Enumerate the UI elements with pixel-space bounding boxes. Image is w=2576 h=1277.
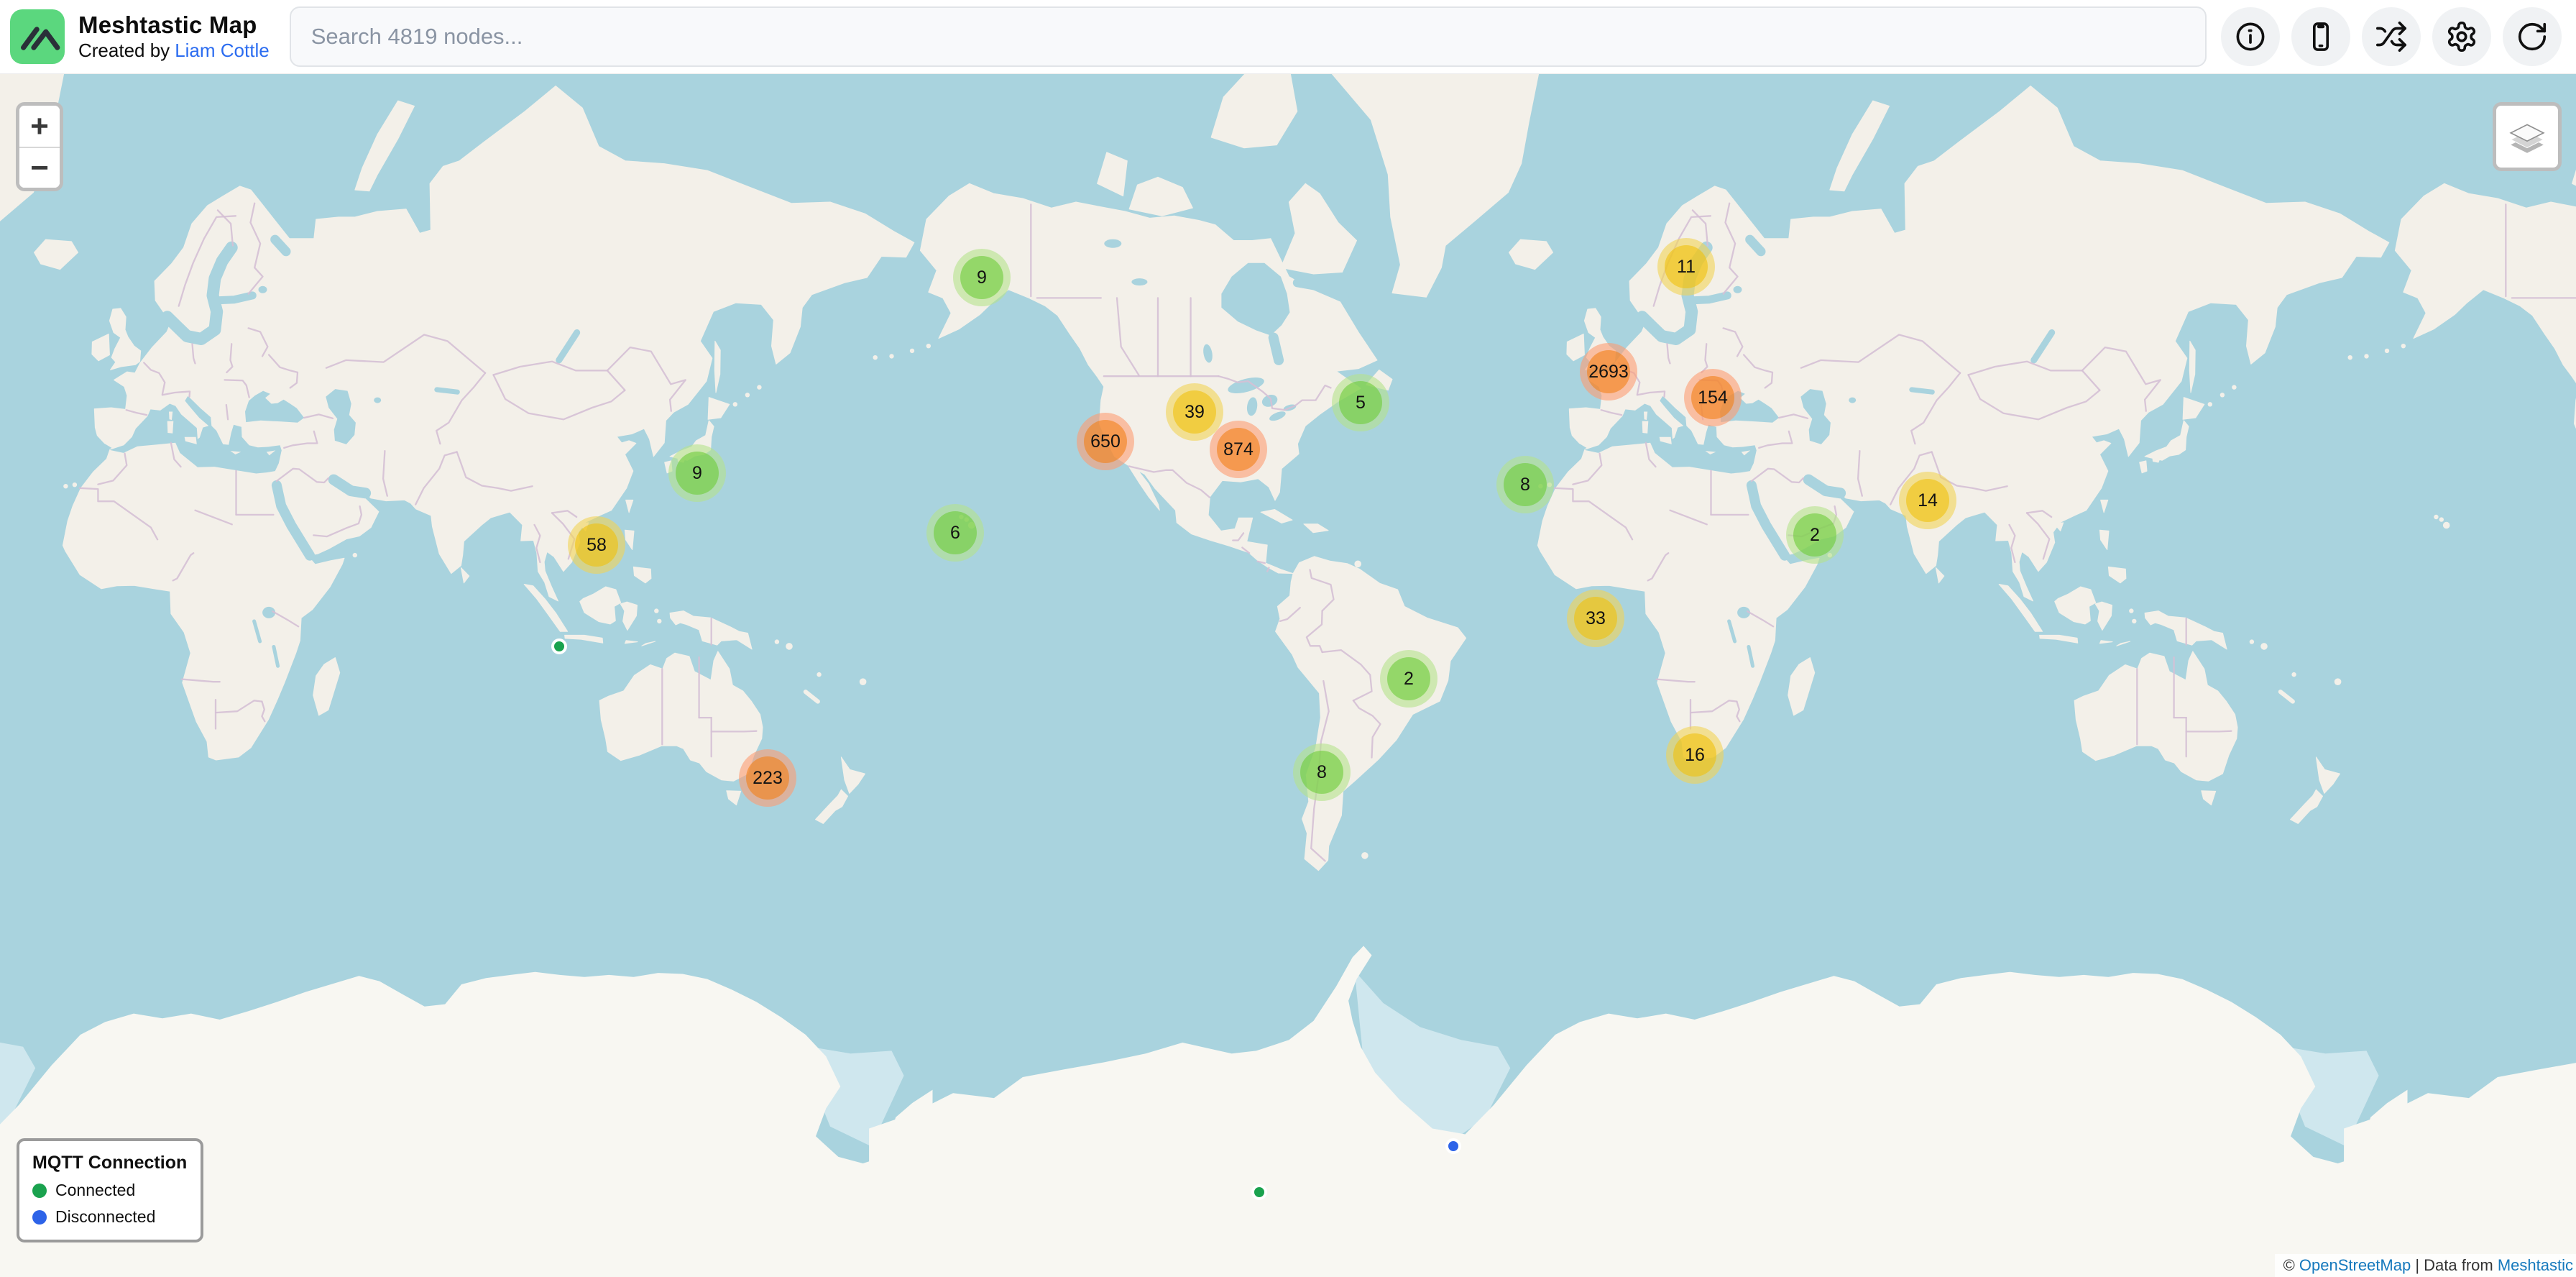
info-button[interactable] [2221,7,2280,66]
cluster-marker[interactable]: 2693 [1580,343,1637,401]
search-input[interactable] [290,6,2207,67]
legend-title: MQTT Connection [32,1153,188,1173]
header-toolbar [2221,7,2562,66]
cluster-marker[interactable]: 154 [1684,369,1742,426]
title-block: Meshtastic Map Created byLiam Cottle [78,12,270,62]
cluster-count: 223 [753,768,783,789]
connected-node-marker[interactable] [1251,1184,1267,1200]
search-wrap [290,6,2207,67]
cluster-count: 2693 [1588,362,1629,383]
mobile-device-icon [2304,20,2337,53]
disconnected-node-marker[interactable] [1445,1138,1461,1154]
settings-gear-button[interactable] [2432,7,2491,66]
cluster-marker[interactable]: 2 [1380,650,1438,708]
cluster-marker[interactable]: 33 [1567,590,1624,647]
map-canvas[interactable]: 9 11 2693 154 39 5 650 874 9 8 14 6 2 58 33 2 16 8 223 + −… [0,0,2576,1277]
cluster-count: 33 [1586,608,1606,629]
cluster-marker[interactable]: 650 [1077,413,1134,470]
zoom-out-button[interactable]: − [19,147,60,188]
cluster-count: 39 [1184,402,1205,423]
cluster-count: 16 [1685,745,1705,766]
connected-status-dot-icon [32,1184,47,1198]
author-link[interactable]: Liam Cottle [175,40,270,61]
byline: Created byLiam Cottle [78,39,270,63]
disconnected-status-dot-icon [32,1210,47,1225]
cluster-marker[interactable]: 14 [1899,472,1956,529]
cluster-count: 14 [1918,490,1938,511]
shuffle-icon [2375,20,2408,53]
layers-control-button[interactable] [2493,102,2562,171]
openstreetmap-link[interactable]: OpenStreetMap [2299,1256,2411,1274]
cluster-marker[interactable]: 5 [1332,374,1389,431]
meshtastic-logo-icon [10,9,65,64]
attribution-separator: | Data from [2411,1256,2498,1274]
info-icon [2234,20,2267,53]
meshtastic-link[interactable]: Meshtastic [2498,1256,2573,1274]
settings-gear-icon [2445,20,2478,53]
cluster-marker[interactable]: 2 [1786,506,1844,564]
byline-prefix: Created by [78,40,170,61]
cluster-count: 9 [977,267,987,288]
cluster-count: 9 [692,463,702,484]
copyright-text: © [2283,1256,2299,1274]
mqtt-connection-legend: MQTT Connection Connected Disconnected [17,1138,203,1242]
cluster-marker[interactable]: 9 [953,249,1011,306]
connected-node-marker[interactable] [551,638,567,654]
legend-item: Disconnected [32,1207,188,1227]
page-title: Meshtastic Map [78,12,270,39]
cluster-marker[interactable]: 8 [1496,456,1554,513]
cluster-count: 58 [586,535,607,556]
cluster-marker[interactable]: 58 [568,516,625,574]
map-attribution: © OpenStreetMap | Data from Meshtastic [2275,1254,2576,1277]
cluster-marker[interactable]: 223 [739,749,796,807]
cluster-marker[interactable]: 6 [926,504,984,562]
cluster-count: 6 [950,523,960,544]
refresh-button[interactable] [2503,7,2562,66]
shuffle-button[interactable] [2362,7,2421,66]
cluster-marker[interactable]: 16 [1666,726,1724,784]
cluster-count: 8 [1520,475,1530,495]
cluster-count: 8 [1317,762,1327,783]
cluster-marker[interactable]: 874 [1210,421,1267,478]
legend-item: Connected [32,1181,188,1200]
cluster-count: 2 [1404,669,1414,690]
mobile-device-button[interactable] [2291,7,2350,66]
refresh-icon [2516,20,2549,53]
legend-item-label: Disconnected [55,1207,155,1227]
cluster-count: 5 [1356,393,1366,413]
cluster-count: 2 [1810,525,1820,546]
app-header: Meshtastic Map Created byLiam Cottle [0,0,2576,74]
cluster-count: 874 [1223,439,1254,460]
cluster-count: 154 [1698,388,1728,408]
marker-layer: 9 11 2693 154 39 5 650 874 9 8 14 6 2 58 33 2 16 8 223 [0,0,2576,1277]
legend-item-label: Connected [55,1181,135,1200]
zoom-in-button[interactable]: + [19,106,60,147]
layers-icon [2506,116,2548,157]
cluster-count: 11 [1677,257,1696,278]
zoom-control: + − [16,102,63,191]
cluster-count: 650 [1090,431,1121,452]
cluster-marker[interactable]: 11 [1657,238,1715,296]
cluster-marker[interactable]: 9 [668,444,726,502]
cluster-marker[interactable]: 8 [1293,743,1351,801]
